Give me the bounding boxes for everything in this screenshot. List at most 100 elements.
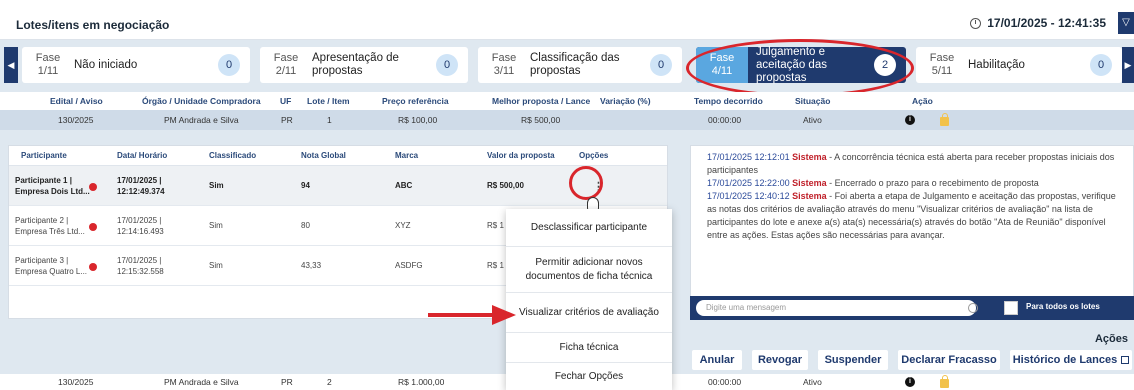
phase-number: Fase 4/11 — [696, 47, 748, 83]
col-participante: Participante — [21, 151, 67, 160]
filter-icon[interactable]: ▽ — [1118, 12, 1134, 34]
historico-lances-button[interactable]: Histórico de Lances — [1010, 350, 1132, 370]
lot-edital: 130/2025 — [58, 377, 94, 387]
col-edital: Edital / Aviso — [50, 96, 103, 106]
chat-panel: 17/01/2025 12:12:01 Sistema - A concorrê… — [690, 145, 1134, 319]
phase-1[interactable]: Fase 1/11 Não iniciado 0 — [22, 47, 250, 83]
phase-name: Classificação das propostas — [530, 52, 620, 77]
menu-item-desclassificar[interactable]: Desclassificar participante — [506, 209, 672, 247]
col-valor: Valor da proposta — [487, 151, 555, 160]
phase-count: 0 — [218, 54, 240, 76]
lot-edital: 130/2025 — [58, 115, 94, 125]
highlight-ring — [569, 166, 603, 200]
phase-prev-icon[interactable]: ◀ — [4, 47, 18, 83]
phase-5[interactable]: Fase 5/11 Habilitação 0 — [916, 47, 1122, 83]
col-melhor: Melhor proposta / Lance — [492, 96, 591, 106]
menu-item-visualizar-criterios[interactable]: Visualizar critérios de avaliação — [506, 293, 672, 333]
phase-number: Fase 1/11 — [35, 52, 61, 77]
participant-datetime: 17/01/2025 | 12:15:32.558 — [117, 255, 164, 276]
message-input[interactable]: Digite uma mensagem — [696, 300, 976, 316]
lot-tempo: 00:00:00 — [708, 115, 742, 125]
lot-situacao: Ativo — [803, 115, 822, 125]
col-variacao: Variação (%) — [600, 96, 651, 106]
clock-icon — [970, 17, 982, 29]
lock-icon[interactable] — [940, 374, 949, 390]
all-lots-label: Para todos os lotes — [1026, 302, 1100, 311]
status-dot-icon — [89, 223, 97, 231]
lot-situacao: Ativo — [803, 377, 822, 387]
phase-count: 0 — [1090, 54, 1112, 76]
phase-4[interactable]: Fase 4/11 Julgamento e aceitação das prop… — [696, 45, 906, 84]
clock: 17/01/2025 - 12:41:35 — [970, 16, 1106, 30]
send-icon[interactable] — [968, 303, 978, 313]
declarar-fracasso-button[interactable]: Declarar Fracasso — [898, 350, 1000, 370]
participant-datetime: 17/01/2025 | 12:12:49.374 — [117, 175, 165, 196]
phase-bar: ◀ Fase 1/11 Não iniciado 0 Fase 2/11 Apres… — [0, 40, 1134, 92]
table-row[interactable]: 130/2025 PM Andrada e Silva PR 1 R$ 100,… — [0, 110, 1134, 130]
col-preco: Preço referência — [382, 96, 449, 106]
all-lots-checkbox[interactable] — [1004, 301, 1018, 315]
info-icon[interactable]: i — [905, 110, 915, 130]
actions-title: Ações — [1094, 333, 1128, 345]
participant-nota: 43,33 — [301, 261, 322, 270]
menu-item-ficha-tecnica[interactable]: Ficha técnica — [506, 333, 672, 363]
chat-message: 17/01/2025 12:12:01 Sistema - A concorrê… — [707, 152, 1115, 175]
participant-datetime: 17/01/2025 | 12:14:16.493 — [117, 215, 164, 236]
phase-2[interactable]: Fase 2/11 Apresentação de propostas 0 — [260, 47, 468, 83]
participants-header: Participante Data/ Horário Classificado … — [9, 146, 667, 166]
top-bar: Lotes/itens em negociação 17/01/2025 - 1… — [0, 0, 1134, 40]
participant-nota: 94 — [301, 181, 310, 190]
phase-name: Habilitação — [968, 58, 1025, 71]
participant-nota: 80 — [301, 221, 310, 230]
phase-number: Fase 2/11 — [273, 52, 299, 77]
lot-tempo: 00:00:00 — [708, 377, 742, 387]
col-data: Data/ Horário — [117, 151, 168, 160]
col-tempo: Tempo decorrido — [694, 96, 763, 106]
participant-classificado: Sim — [209, 261, 223, 270]
message-bar: Digite uma mensagem Para todos os lotes — [690, 296, 1134, 320]
datetime: 17/01/2025 - 12:41:35 — [987, 16, 1106, 30]
phase-name: Julgamento e aceitação das propostas — [756, 45, 827, 84]
participant-name: Participante 1 | Empresa Dois Ltd... — [15, 175, 90, 196]
participant-name: Participante 2 | Empresa Três Ltd... — [15, 215, 85, 236]
chat-message: 17/01/2025 12:22:00 Sistema - Encerrado … — [707, 178, 1039, 188]
phase-name: Não iniciado — [74, 58, 138, 71]
col-opcoes: Opções — [579, 151, 609, 160]
participant-classificado: Sim — [209, 221, 223, 230]
status-dot-icon — [89, 183, 97, 191]
lot-orgao: PM Andrada e Silva — [164, 377, 239, 387]
participant-marca: ASDFG — [395, 261, 423, 270]
col-nota: Nota Global — [301, 151, 346, 160]
participant-valor: R$ 500,00 — [487, 181, 524, 190]
lot-number: 2 — [327, 377, 332, 387]
participant-valor: R$ 1 — [487, 221, 504, 230]
lot-table-header: Edital / Aviso Órgão / Unidade Comprador… — [0, 92, 1134, 110]
phase-3[interactable]: Fase 3/11 Classificação das propostas 0 — [478, 47, 682, 83]
lot-number: 1 — [327, 115, 332, 125]
phase-count: 0 — [650, 54, 672, 76]
suspender-button[interactable]: Suspender — [818, 350, 888, 370]
lot-uf: PR — [281, 377, 293, 387]
chat-messages: 17/01/2025 12:12:01 Sistema - A concorrê… — [707, 151, 1127, 242]
col-uf: UF — [280, 96, 292, 106]
info-icon[interactable]: i — [905, 374, 915, 390]
participant-marca: ABC — [395, 181, 413, 190]
pointer-arrow-icon — [428, 305, 516, 325]
lot-melhor: R$ 500,00 — [521, 115, 561, 125]
menu-item-permitir-documentos[interactable]: Permitir adicionar novos documentos de f… — [506, 247, 672, 293]
chat-message: 17/01/2025 12:40:12 Sistema - Foi aberta… — [707, 191, 1116, 240]
external-link-icon — [1121, 356, 1130, 365]
phase-next-icon[interactable]: ▶ — [1122, 47, 1134, 83]
col-classificado: Classificado — [209, 151, 257, 160]
page-title: Lotes/itens em negociação — [16, 18, 170, 32]
participant-valor: R$ 1 — [487, 261, 504, 270]
lock-icon[interactable] — [940, 110, 949, 130]
status-dot-icon — [89, 263, 97, 271]
revogar-button[interactable]: Revogar — [752, 350, 808, 370]
col-marca: Marca — [395, 151, 419, 160]
menu-item-fechar-opcoes[interactable]: Fechar Opções — [506, 363, 672, 390]
anular-button[interactable]: Anular — [692, 350, 742, 370]
participant-name: Participante 3 | Empresa Quatro L... — [15, 255, 88, 276]
col-orgao: Órgão / Unidade Compradora — [142, 96, 261, 106]
lot-orgao: PM Andrada e Silva — [164, 115, 239, 125]
